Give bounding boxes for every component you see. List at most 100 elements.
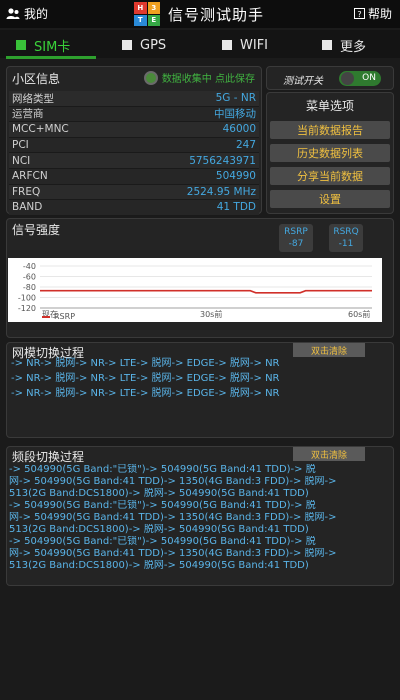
data-collect-toggle[interactable]: 数据收集中 点此保存 [143, 70, 255, 85]
row-key: PCI [12, 139, 29, 152]
log-line: 513(2G Band:DCS1800)-> 脱网-> 504990(5G Ba… [9, 524, 309, 535]
log-line: 网-> 504990(5G Band:41 TDD)-> 1350(4G Ban… [9, 512, 337, 523]
network-clear-button[interactable]: 双击清除 [293, 343, 365, 357]
chart-legend: RSRP [42, 312, 75, 321]
log-line: -> NR-> 脱网-> NR-> LTE-> 脱网-> EDGE-> 脱网->… [11, 388, 280, 399]
tab-bar: SIM卡 GPS WIFI 更多 [0, 30, 400, 58]
cell-info-table: 网络类型 5G - NR 运营商 中国移动 MCC+MNC 46000 PCI 247 … [9, 91, 259, 216]
row-value: 5G - NR [215, 92, 256, 105]
svg-text:?: ? [357, 10, 361, 19]
tab-label: 更多 [340, 39, 367, 55]
row-key: ARFCN [12, 170, 48, 183]
logo-letter: H [134, 2, 147, 14]
toggle-state-label: ON [362, 73, 376, 83]
x-tick-label: 60s前 [348, 309, 370, 319]
tab-label: SIM卡 [34, 39, 71, 55]
tab-label: GPS [140, 37, 167, 53]
tab-square-icon [322, 40, 332, 50]
top-bar: 我的 H 3 T E 信号测试助手 ? 帮助 [0, 0, 400, 28]
settings-button[interactable]: 设置 [270, 190, 390, 208]
tab-square-icon [222, 40, 232, 50]
y-tick-label: -100 [18, 294, 36, 303]
table-row: FREQ 2524.95 MHz [9, 184, 259, 201]
table-row: PCI 247 [9, 137, 259, 154]
table-row: NCI 5756243971 [9, 153, 259, 169]
rsrp-value: -87 [288, 239, 304, 249]
band-switch-title: 频段切换过程 [12, 450, 85, 464]
profile-label: 我的 [24, 7, 49, 21]
help-button[interactable]: ? 帮助 [353, 5, 392, 22]
test-switch-label: 测试开关 [283, 76, 323, 87]
tab-square-icon [16, 40, 26, 50]
logo-letter: E [147, 14, 160, 26]
row-value: 46000 [222, 123, 256, 136]
row-key: BAND [12, 201, 43, 214]
log-line: 513(2G Band:DCS1800)-> 脱网-> 504990(5G Ba… [9, 560, 309, 571]
row-key: 网络类型 [12, 92, 54, 105]
table-row: ARFCN 504990 [9, 168, 259, 185]
app-title: H 3 T E 信号测试助手 [134, 2, 264, 26]
rsrq-label: RSRQ [333, 227, 359, 237]
y-tick-label: -40 [23, 262, 36, 271]
table-row: MCC+MNC 46000 [9, 122, 259, 138]
series-line-rsrp [40, 289, 372, 294]
rsrp-label: RSRP [284, 227, 308, 237]
tab-more[interactable]: 更多 [322, 34, 366, 56]
app-logo: H 3 T E [134, 2, 160, 26]
row-key: NCI [12, 154, 31, 167]
network-switch-log: -> NR-> 脱网-> NR-> LTE-> 脱网-> EDGE-> 脱网->… [11, 356, 280, 401]
table-row: 运营商 中国移动 [9, 106, 259, 123]
cell-info-header: 小区信息 数据收集中 点此保存 [7, 67, 261, 89]
collect-label: 数据收集中 点此保存 [161, 74, 255, 85]
tab-sim[interactable]: SIM卡 [16, 34, 70, 56]
test-switch-panel: 测试开关 ON [266, 66, 394, 90]
band-switch-panel: 频段切换过程 双击清除 -> 504990(5G Band:"已锁")-> 50… [6, 446, 394, 586]
row-key: 运营商 [12, 108, 44, 121]
log-line: 网-> 504990(5G Band:41 TDD)-> 1350(4G Ban… [9, 548, 337, 559]
band-clear-button[interactable]: 双击清除 [293, 447, 365, 461]
row-value: 504990 [215, 170, 256, 183]
row-value: 247 [235, 139, 256, 152]
log-line: -> NR-> 脱网-> NR-> LTE-> 脱网-> EDGE-> 脱网->… [11, 358, 280, 369]
row-key: FREQ [12, 185, 41, 198]
log-line: -> 504990(5G Band:"已锁")-> 504990(5G Band… [9, 464, 316, 475]
help-icon: ? [353, 8, 365, 19]
signal-title: 信号强度 [12, 223, 61, 237]
profile-button[interactable]: 我的 [6, 5, 48, 22]
x-tick-label: 30s前 [200, 309, 222, 319]
cell-info-panel: 小区信息 数据收集中 点此保存 网络类型 5G - NR 运营商 中国移动 MCC+… [6, 66, 262, 216]
band-switch-log: -> 504990(5G Band:"已锁")-> 504990(5G Band… [9, 464, 393, 572]
rsrp-badge: RSRP -87 [279, 224, 313, 252]
network-switch-panel: 网模切换过程 双击清除 -> NR-> 脱网-> NR-> LTE-> 脱网->… [6, 342, 394, 438]
row-value: 2524.95 MHz [186, 185, 256, 198]
table-row: 网络类型 5G - NR [9, 91, 259, 107]
help-label: 帮助 [367, 7, 392, 21]
log-line: 网-> 504990(5G Band:41 TDD)-> 1350(4G Ban… [9, 476, 337, 487]
tab-square-icon [122, 40, 132, 50]
logo-letter: T [134, 14, 147, 26]
history-list-button[interactable]: 历史数据列表 [270, 144, 390, 162]
test-switch-toggle[interactable]: ON [339, 71, 381, 86]
menu-title: 菜单选项 [305, 99, 354, 113]
row-value: 5756243971 [189, 154, 256, 167]
current-report-button[interactable]: 当前数据报告 [270, 121, 390, 139]
y-tick-label: -120 [18, 304, 36, 313]
menu-panel: 菜单选项 当前数据报告 历史数据列表 分享当前数据 设置 [266, 92, 394, 214]
user-group-icon [6, 7, 20, 19]
table-row: BAND 41 TDD [9, 200, 259, 216]
row-value: 41 TDD [216, 201, 256, 214]
rsrq-badge: RSRQ -11 [329, 224, 363, 252]
legend-swatch [42, 315, 50, 318]
log-line: 513(2G Band:DCS1800)-> 脱网-> 504990(5G Ba… [9, 488, 309, 499]
record-icon [143, 70, 158, 85]
active-tab-indicator [6, 56, 96, 59]
share-data-button[interactable]: 分享当前数据 [270, 167, 390, 185]
rsrq-value: -11 [338, 239, 354, 249]
tab-gps[interactable]: GPS [122, 34, 166, 56]
page-title: 信号测试助手 [168, 5, 265, 24]
log-line: -> NR-> 脱网-> NR-> LTE-> 脱网-> EDGE-> 脱网->… [11, 373, 280, 384]
log-line: -> 504990(5G Band:"已锁")-> 504990(5G Band… [9, 536, 316, 547]
row-key: MCC+MNC [12, 123, 69, 136]
legend-label: RSRP [54, 312, 76, 321]
tab-wifi[interactable]: WIFI [222, 34, 268, 56]
